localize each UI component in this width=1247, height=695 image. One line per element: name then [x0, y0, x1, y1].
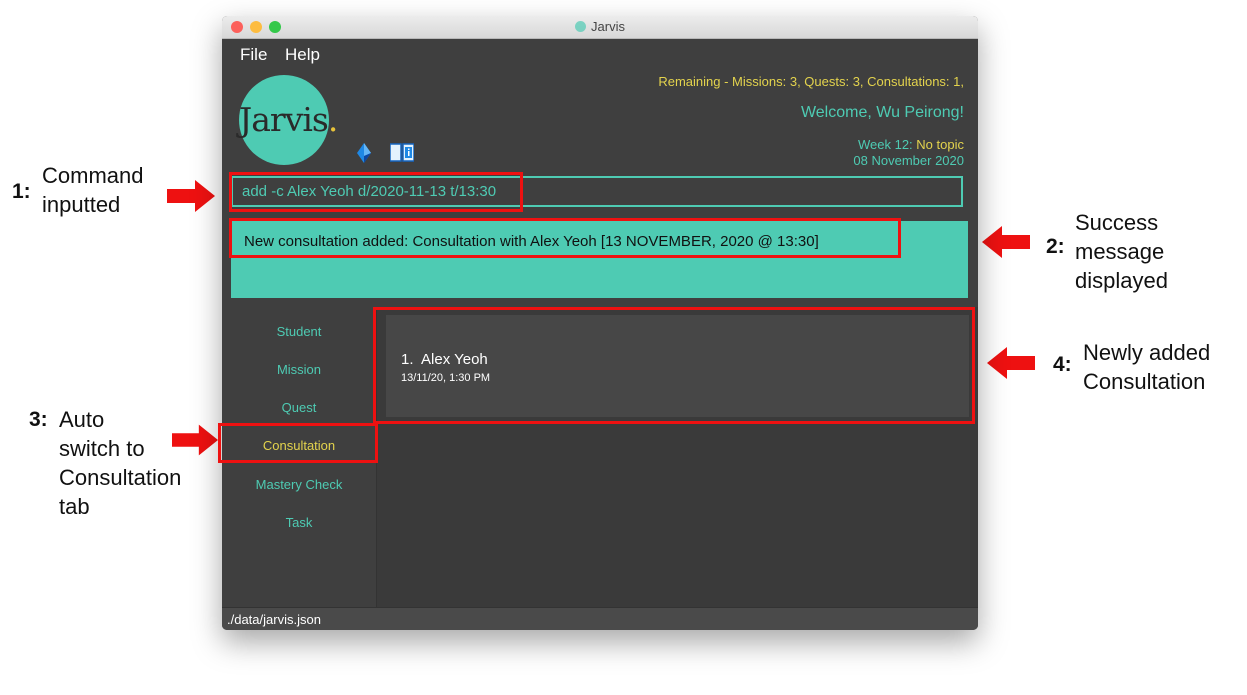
- annotation-1: 1: Command inputted: [12, 161, 144, 219]
- remaining-summary: Remaining - Missions: 3, Quests: 3, Cons…: [658, 74, 964, 89]
- annotation-1-number: 1:: [12, 180, 31, 203]
- menu-bar: File Help: [222, 39, 978, 69]
- annotation-3-line1: Auto: [59, 407, 105, 432]
- menu-help[interactable]: Help: [285, 45, 320, 65]
- annotation-4-number: 4:: [1053, 353, 1072, 376]
- annotation-1-line2: inputted: [42, 192, 121, 217]
- annotation-3: 3: Auto switch to Consultation tab: [29, 405, 182, 521]
- annotation-4-line1: Newly added: [1083, 340, 1211, 365]
- week-label: Week 12:: [857, 137, 913, 152]
- annotation-1-line1: Command: [42, 163, 144, 188]
- arrow-right-icon: [167, 180, 215, 212]
- window-title-text: Jarvis: [591, 19, 625, 34]
- title-bar: Jarvis: [222, 16, 978, 39]
- annotation-2-number: 2:: [1046, 235, 1065, 258]
- annotation-4-line2: Consultation: [1083, 369, 1206, 394]
- logo-dot: .: [327, 100, 338, 139]
- week-info: Week 12: No topic: [858, 137, 964, 152]
- annotation-2-line3: displayed: [1075, 268, 1168, 293]
- current-date: 08 November 2020: [853, 153, 964, 168]
- annotation-4: 4: Newly added Consultation: [1053, 338, 1211, 396]
- app-icon: [575, 21, 587, 32]
- annotation-2: 2: Success message displayed: [1046, 208, 1168, 295]
- tab-mission[interactable]: Mission: [222, 362, 376, 377]
- tab-mastery-check[interactable]: Mastery Check: [222, 477, 376, 492]
- gem-icon[interactable]: [357, 143, 371, 163]
- arrow-right-icon: [172, 424, 218, 456]
- logo-text: Jarvis: [239, 100, 329, 139]
- annotation-3-line2: switch to: [59, 436, 145, 461]
- tab-student[interactable]: Student: [222, 324, 376, 339]
- tab-quest[interactable]: Quest: [222, 400, 376, 415]
- annotation-2-line1: Success: [1075, 210, 1159, 235]
- highlight-command: [229, 172, 523, 212]
- highlight-consultation-tab: [218, 423, 378, 463]
- highlight-new-consultation: [373, 307, 975, 424]
- arrow-left-icon: [982, 226, 1030, 258]
- annotation-2-line2: message: [1075, 239, 1165, 264]
- window-title: Jarvis: [222, 19, 978, 34]
- status-bar: ./data/jarvis.json: [222, 607, 978, 630]
- annotation-3-number: 3:: [29, 408, 48, 431]
- arrow-left-icon: [987, 347, 1035, 379]
- welcome-message: Welcome, Wu Peirong!: [800, 104, 964, 121]
- book-icon[interactable]: [390, 143, 414, 162]
- annotation-3-line3: Consultation: [59, 465, 182, 490]
- jarvis-logo: Jarvis.: [239, 75, 338, 165]
- week-topic: No topic: [916, 137, 964, 152]
- highlight-result: [229, 218, 901, 258]
- tab-task[interactable]: Task: [222, 515, 376, 530]
- annotation-3-line4: tab: [59, 494, 90, 519]
- data-file-path: ./data/jarvis.json: [227, 612, 321, 627]
- menu-file[interactable]: File: [240, 45, 267, 65]
